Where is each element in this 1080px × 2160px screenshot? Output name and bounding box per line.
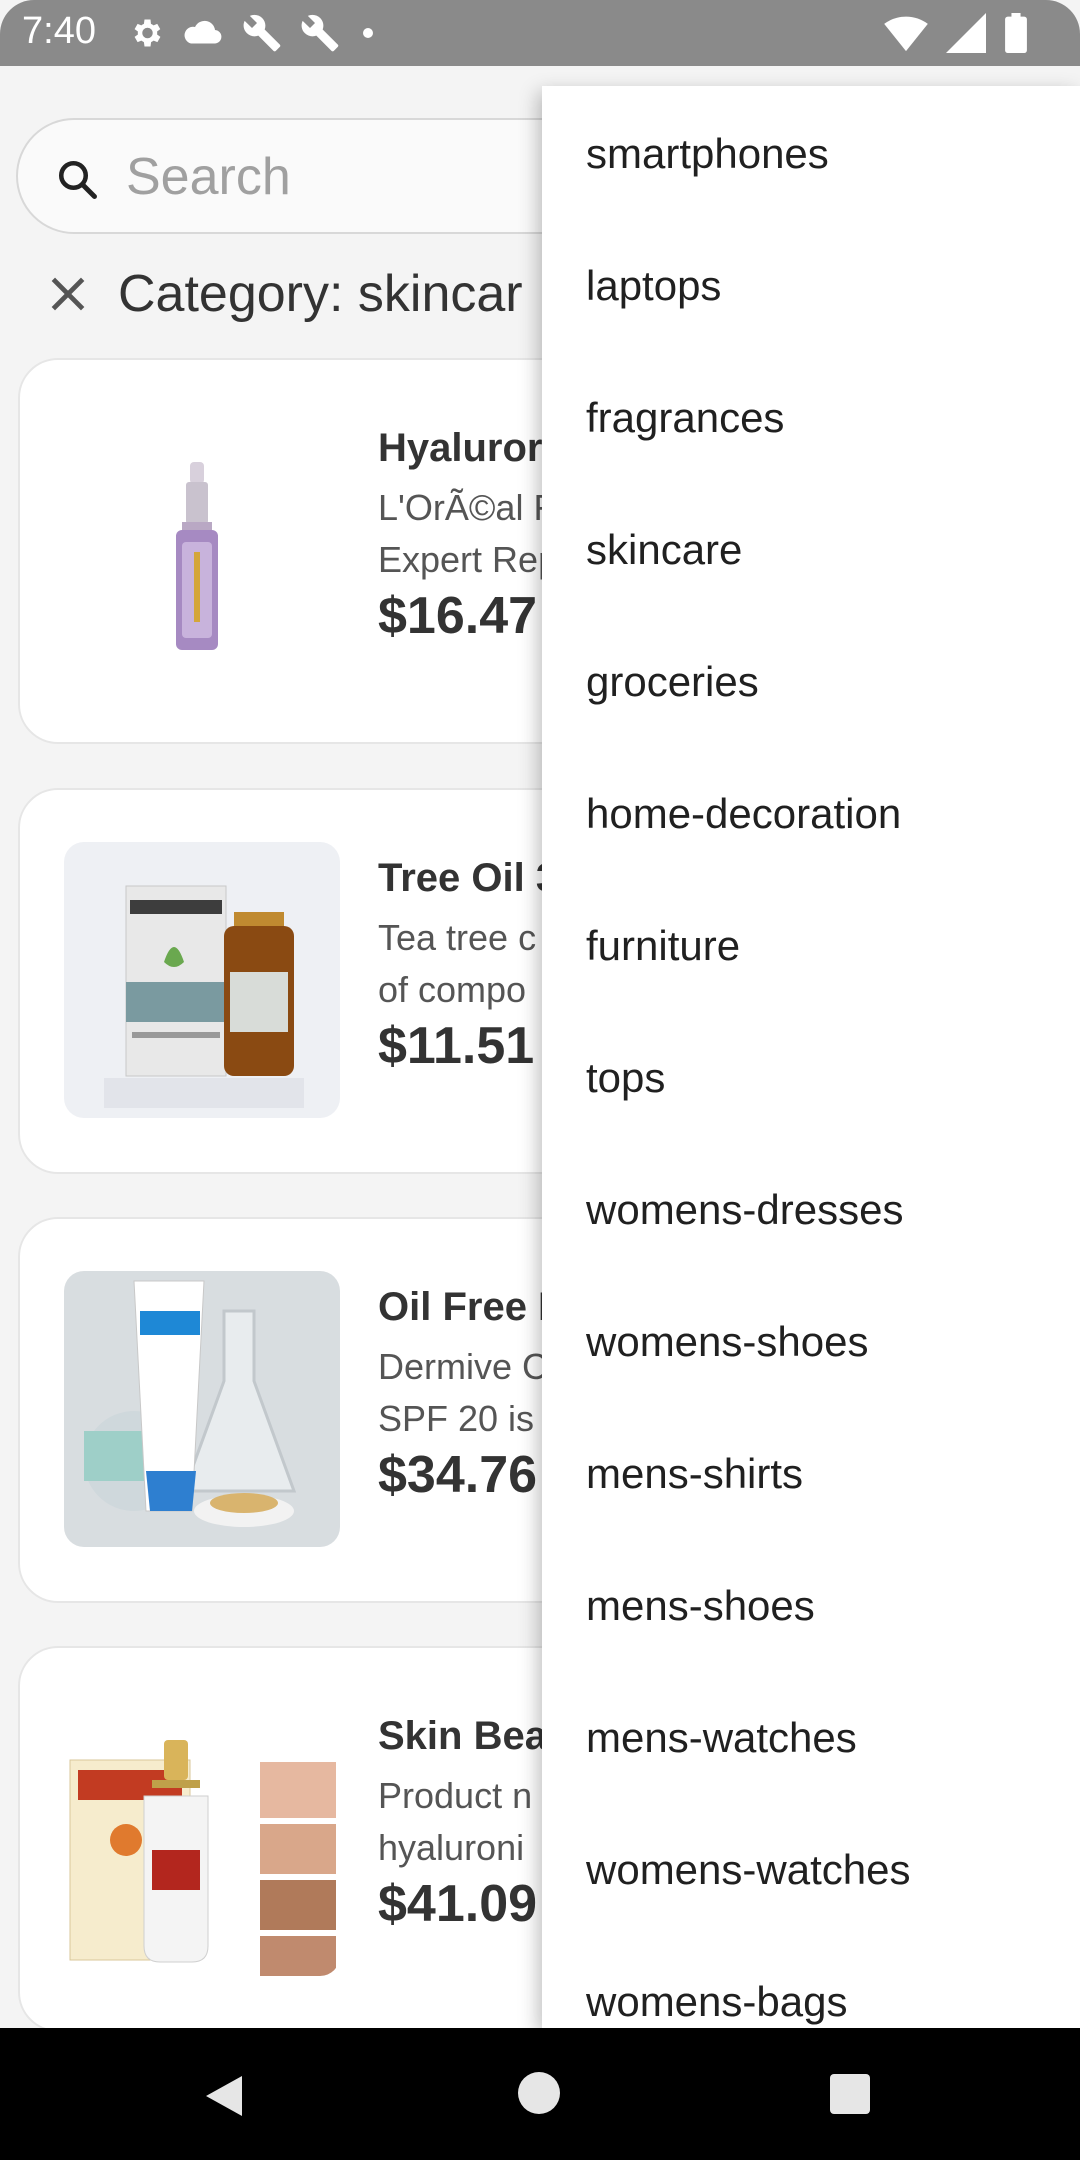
menu-item-tops[interactable]: tops xyxy=(586,1054,665,1102)
menu-item-womens-shoes[interactable]: womens-shoes xyxy=(586,1318,868,1366)
menu-item-mens-shoes[interactable]: mens-shoes xyxy=(586,1582,815,1630)
screen: 7:40 Category: skincar xyxy=(0,0,1080,2160)
menu-item-mens-watches[interactable]: mens-watches xyxy=(586,1714,857,1762)
search-input[interactable] xyxy=(126,144,546,210)
menu-item-womens-watches[interactable]: womens-watches xyxy=(586,1846,910,1894)
product-title: Skin Bea xyxy=(378,1714,547,1758)
wrench-icon xyxy=(301,14,339,52)
product-image xyxy=(64,412,340,688)
menu-item-furniture[interactable]: furniture xyxy=(586,922,740,970)
price-value: $16.47 xyxy=(378,587,538,645)
product-image xyxy=(64,1700,340,1976)
product-price: $41.09 xyxy=(378,1874,537,1934)
status-bar: 7:40 xyxy=(0,0,1080,66)
price-value: $41.09 xyxy=(378,1875,538,1933)
signal-icon xyxy=(946,13,986,53)
recents-icon[interactable] xyxy=(830,2074,870,2114)
close-icon[interactable] xyxy=(46,272,90,316)
product-title: Tree Oil 3 xyxy=(378,856,559,900)
battery-icon xyxy=(1005,13,1027,53)
menu-item-groceries[interactable]: groceries xyxy=(586,658,759,706)
price-value: $11.51 xyxy=(378,1017,535,1075)
search-icon xyxy=(58,160,97,199)
price-value: $34.76 xyxy=(378,1446,538,1504)
back-icon[interactable] xyxy=(202,2072,246,2120)
menu-item-smartphones[interactable]: smartphones xyxy=(586,130,829,178)
navigation-bar xyxy=(0,2028,1080,2160)
category-dropdown-menu: smartphones laptops fragrances skincare … xyxy=(542,86,1080,2028)
menu-item-mens-shirts[interactable]: mens-shirts xyxy=(586,1450,803,1498)
wrench-icon xyxy=(243,14,281,52)
dot-icon xyxy=(363,28,373,38)
category-filter-row: Category: skincar xyxy=(46,264,523,324)
wifi-icon xyxy=(884,16,928,52)
menu-item-fragrances[interactable]: fragrances xyxy=(586,394,784,442)
product-price: $34.76 xyxy=(378,1445,537,1505)
cloud-icon xyxy=(184,20,222,44)
menu-item-laptops[interactable]: laptops xyxy=(586,262,721,310)
status-icons-right xyxy=(884,13,1028,53)
category-filter-label: Category: skincar xyxy=(118,265,523,323)
home-icon[interactable] xyxy=(518,2072,560,2114)
gear-icon xyxy=(134,19,161,47)
product-price: $16.47 xyxy=(378,586,537,646)
product-image xyxy=(64,842,340,1118)
product-title: Hyaluror xyxy=(378,426,543,470)
menu-item-womens-dresses[interactable]: womens-dresses xyxy=(586,1186,903,1234)
menu-item-womens-bags[interactable]: womens-bags xyxy=(586,1978,847,2026)
status-time: 7:40 xyxy=(22,10,96,52)
menu-item-skincare[interactable]: skincare xyxy=(586,526,742,574)
menu-item-home-decoration[interactable]: home-decoration xyxy=(586,790,901,838)
status-icons-left xyxy=(128,13,378,53)
product-image xyxy=(64,1271,340,1547)
